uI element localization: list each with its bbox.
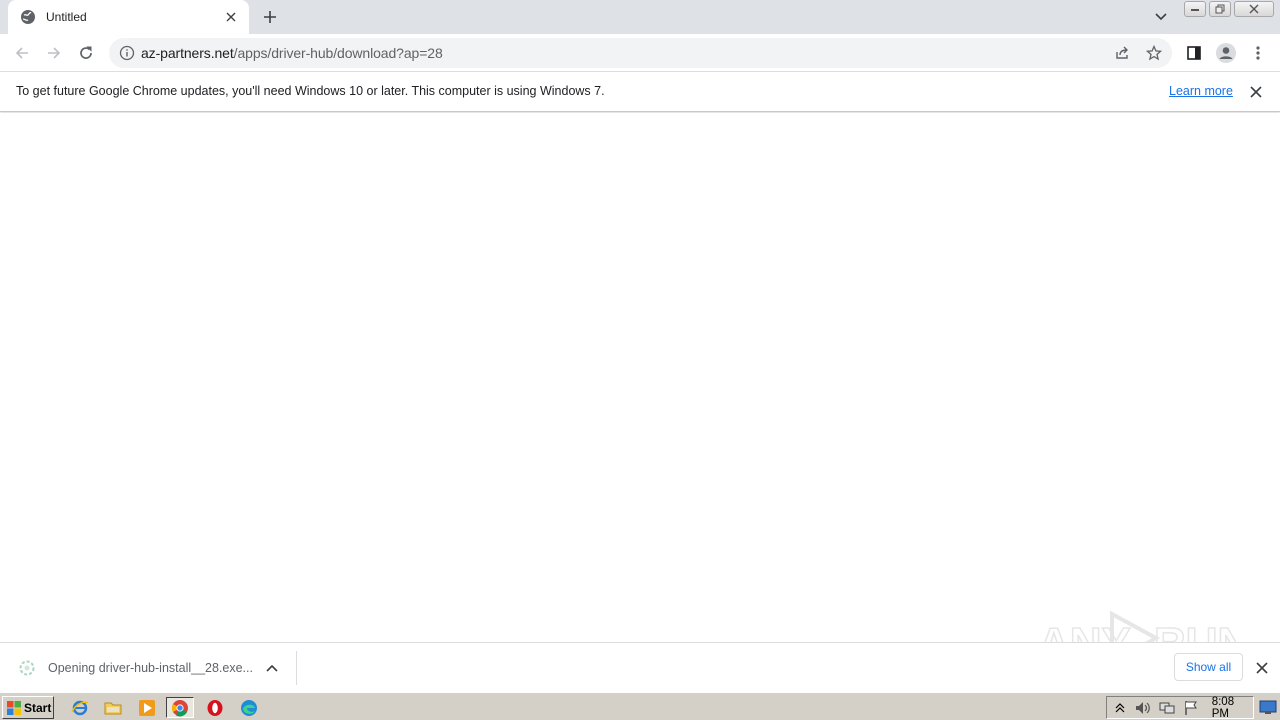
action-center-flag-icon[interactable] xyxy=(1182,700,1199,716)
learn-more-link[interactable]: Learn more xyxy=(1169,84,1233,98)
back-button[interactable] xyxy=(8,39,36,67)
info-icon[interactable] xyxy=(119,45,135,61)
window-close-button[interactable] xyxy=(1234,1,1274,17)
globe-icon xyxy=(20,9,36,25)
internet-explorer-icon[interactable] xyxy=(69,697,91,718)
show-all-button[interactable]: Show all xyxy=(1174,653,1243,681)
windows-logo-icon xyxy=(6,700,22,716)
folder-icon[interactable] xyxy=(102,697,124,718)
restore-button[interactable] xyxy=(1209,1,1231,17)
address-bar[interactable]: az-partners.net/apps/driver-hub/download… xyxy=(109,38,1172,68)
download-shelf: Opening driver-hub-install__28.exe... Sh… xyxy=(0,642,1280,692)
close-icon[interactable] xyxy=(223,9,239,25)
download-item[interactable]: Opening driver-hub-install__28.exe... xyxy=(10,651,297,685)
chevron-up-icon[interactable] xyxy=(260,656,284,680)
start-button[interactable]: Start xyxy=(2,696,54,719)
tab-title: Untitled xyxy=(46,10,87,24)
system-tray: 8:08 PM xyxy=(1106,696,1254,720)
infobar-message: To get future Google Chrome updates, you… xyxy=(16,84,605,98)
close-icon[interactable] xyxy=(1246,82,1266,102)
chrome-icon[interactable] xyxy=(166,697,194,718)
menu-dots-icon[interactable] xyxy=(1244,39,1272,67)
close-icon[interactable] xyxy=(1252,658,1272,678)
taskbar: Start 8:08 PM xyxy=(0,692,1280,720)
edge-icon[interactable] xyxy=(238,697,260,718)
share-icon[interactable] xyxy=(1108,39,1136,67)
tab-active[interactable]: Untitled xyxy=(8,0,249,34)
media-player-icon[interactable] xyxy=(136,697,158,718)
bookmark-star-icon[interactable] xyxy=(1140,39,1168,67)
chevron-down-icon[interactable] xyxy=(1150,6,1172,28)
volume-icon[interactable] xyxy=(1134,700,1152,716)
side-panel-icon[interactable] xyxy=(1180,39,1208,67)
toolbar: az-partners.net/apps/driver-hub/download… xyxy=(0,34,1280,72)
url-path: /apps/driver-hub/download?ap=28 xyxy=(233,45,443,61)
tab-strip: Untitled xyxy=(0,0,1280,34)
reload-button[interactable] xyxy=(72,39,100,67)
show-desktop-icon[interactable] xyxy=(1258,697,1278,717)
url-text[interactable]: az-partners.net/apps/driver-hub/download… xyxy=(141,45,443,61)
network-icon[interactable] xyxy=(1158,700,1176,716)
profile-icon[interactable] xyxy=(1212,39,1240,67)
download-filename: Opening driver-hub-install__28.exe... xyxy=(48,661,253,675)
forward-button[interactable] xyxy=(40,39,68,67)
tray-arrow-icon[interactable] xyxy=(1111,700,1128,716)
new-tab-button[interactable] xyxy=(258,5,282,29)
opera-icon[interactable] xyxy=(204,697,226,718)
clock[interactable]: 8:08 PM xyxy=(1212,696,1253,720)
spinner-icon xyxy=(18,659,36,677)
minimize-button[interactable] xyxy=(1184,1,1206,17)
url-host: az-partners.net xyxy=(141,45,234,61)
start-label: Start xyxy=(24,700,52,715)
update-infobar: To get future Google Chrome updates, you… xyxy=(0,72,1280,112)
page-content xyxy=(0,113,1280,642)
